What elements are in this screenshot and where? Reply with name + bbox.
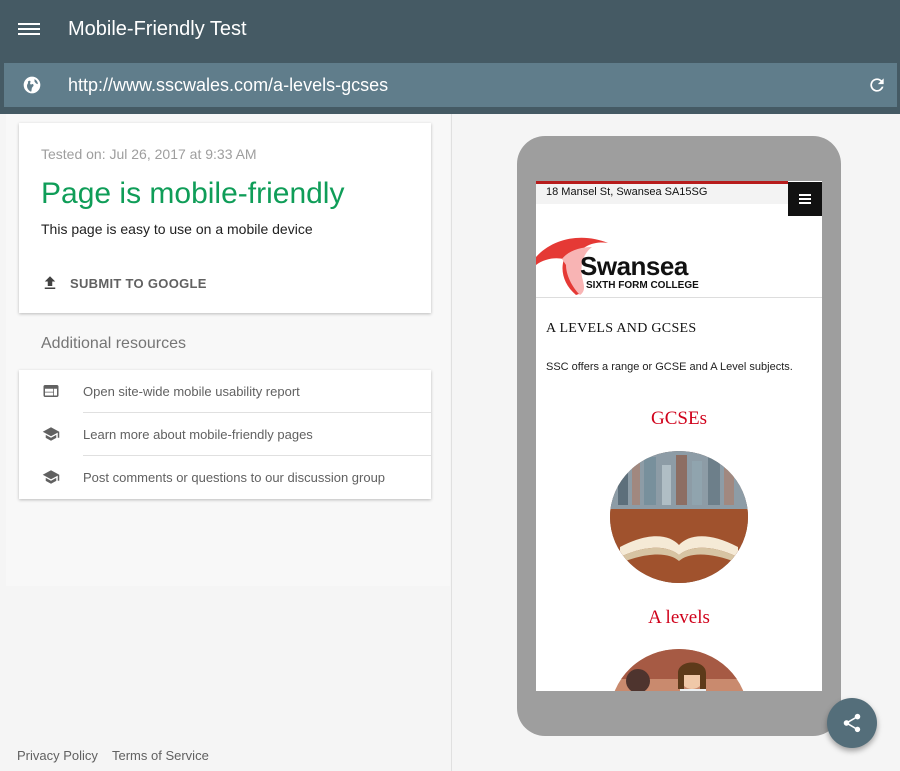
share-button[interactable] — [827, 698, 877, 748]
result-description: This page is easy to use on a mobile dev… — [41, 221, 313, 237]
hamburger-menu-icon[interactable] — [18, 20, 40, 38]
resource-label: Learn more about mobile-friendly pages — [83, 427, 313, 442]
submit-label: SUBMIT TO GOOGLE — [70, 275, 207, 291]
privacy-policy-link[interactable]: Privacy Policy — [17, 748, 98, 763]
resource-item-discussion-group[interactable]: Post comments or questions to our discus… — [19, 456, 431, 499]
resource-item-learn-more[interactable]: Learn more about mobile-friendly pages — [19, 413, 431, 456]
url-input[interactable]: http://www.sscwales.com/a-levels-gcses — [68, 75, 388, 96]
logo-name: Swansea — [580, 251, 688, 281]
reload-icon[interactable] — [867, 75, 887, 95]
resource-item-usability-report[interactable]: Open site-wide mobile usability report — [19, 370, 431, 413]
preview-address: 18 Mansel St, Swansea SA15SG — [546, 186, 708, 198]
web-window-icon — [43, 385, 59, 397]
resources-card: Open site-wide mobile usability report L… — [19, 370, 431, 499]
logo-subtitle: SIXTH FORM COLLEGE — [586, 280, 699, 291]
app-title: Mobile-Friendly Test — [68, 18, 247, 40]
gcse-section-title: GCSEs — [651, 408, 707, 429]
graduation-cap-icon — [42, 427, 60, 441]
preview-menu-icon[interactable] — [788, 182, 822, 216]
app-header: Mobile-Friendly Test http://www.sscwales… — [0, 0, 900, 114]
result-title: Page is mobile-friendly — [41, 177, 345, 210]
share-icon — [843, 713, 861, 733]
resource-label: Open site-wide mobile usability report — [83, 384, 300, 399]
page-preview-screen[interactable]: 18 Mansel St, Swansea SA15SG Swansea SIX… — [536, 181, 822, 691]
url-bar[interactable]: http://www.sscwales.com/a-levels-gcses — [4, 63, 897, 107]
preview-intro: SSC offers a range or GCSE and A Level s… — [546, 361, 793, 373]
alevel-students-image — [610, 649, 748, 691]
alevel-section-title: A levels — [648, 607, 710, 628]
preview-heading: A LEVELS AND GCSES — [546, 321, 697, 336]
resource-label: Post comments or questions to our discus… — [83, 470, 386, 485]
submit-to-google-button[interactable]: SUBMIT TO GOOGLE — [41, 273, 207, 293]
upload-icon — [44, 276, 56, 289]
terms-of-service-link[interactable]: Terms of Service — [112, 748, 209, 763]
gcse-book-image — [610, 451, 748, 583]
test-timestamp: Tested on: Jul 26, 2017 at 9:33 AM — [41, 146, 257, 162]
additional-resources-heading: Additional resources — [41, 335, 186, 352]
result-card: Tested on: Jul 26, 2017 at 9:33 AM Page … — [19, 123, 431, 313]
globe-icon — [23, 76, 41, 94]
pane-divider — [451, 114, 452, 771]
graduation-cap-icon — [42, 470, 60, 484]
